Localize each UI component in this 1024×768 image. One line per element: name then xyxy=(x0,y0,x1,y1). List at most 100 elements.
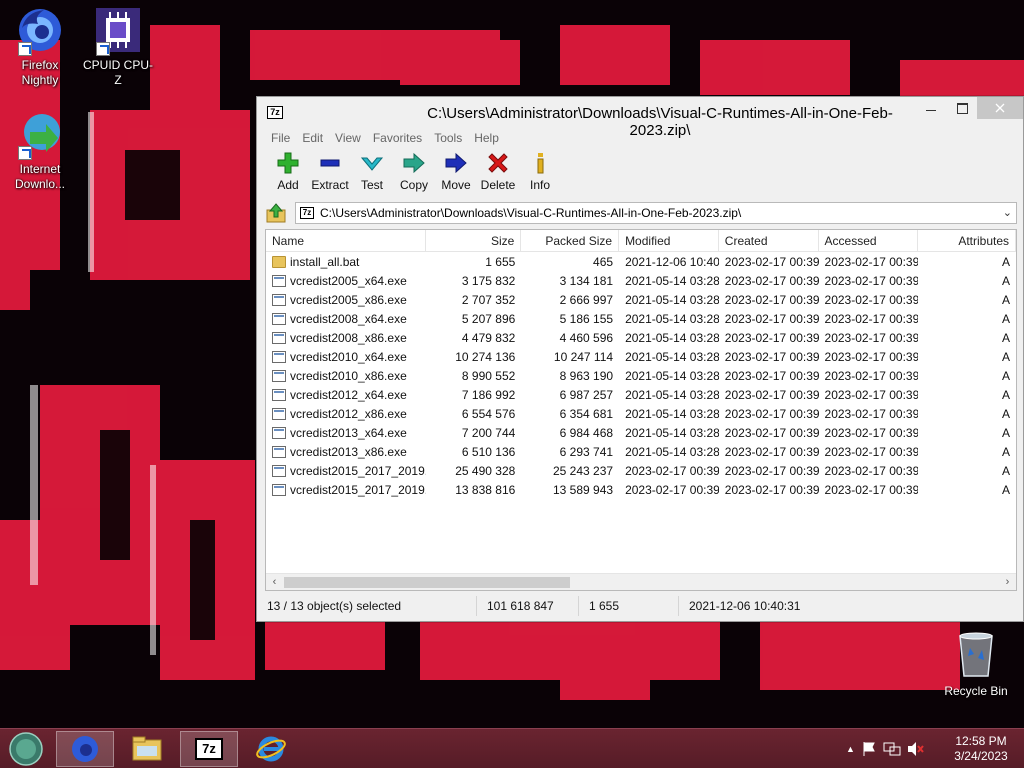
column-header-name[interactable]: Name xyxy=(266,230,426,252)
delete-button[interactable]: Delete xyxy=(477,151,519,197)
add-label: Add xyxy=(277,178,299,192)
minimize-button[interactable] xyxy=(914,97,948,119)
status-packed-size: 1 655 xyxy=(579,596,679,616)
7zip-icon: 7z xyxy=(195,738,223,760)
file-name-text: vcredist2008_x86.exe xyxy=(290,330,407,345)
file-row[interactable]: vcredist2013_x86.exe 6 510 136 6 293 741 20… xyxy=(266,442,1016,461)
file-size: 25 490 328 xyxy=(455,463,516,478)
add-button[interactable]: Add xyxy=(267,151,309,197)
file-list[interactable]: Name Size Packed Size Modified Created A… xyxy=(265,229,1017,591)
file-row[interactable]: vcredist2012_x86.exe 6 554 576 6 354 681 20… xyxy=(266,404,1016,423)
desktop-icon-firefox-nightly[interactable]: Firefox Nightly xyxy=(2,6,78,88)
minus-icon xyxy=(318,151,342,175)
column-header-attributes[interactable]: Attributes xyxy=(918,230,1016,252)
file-row[interactable]: vcredist2013_x64.exe 7 200 744 6 984 468 20… xyxy=(266,423,1016,442)
file-row[interactable]: vcredist2010_x64.exe 10 274 136 10 247 114… xyxy=(266,347,1016,366)
column-header-modified[interactable]: Modified xyxy=(619,230,719,252)
file-name-text: vcredist2005_x86.exe xyxy=(290,292,407,307)
file-size: 13 838 816 xyxy=(455,482,516,497)
network-icon[interactable] xyxy=(883,741,901,757)
desktop-icon-cpuz[interactable]: CPUID CPU-Z xyxy=(80,6,156,88)
file-created: 2023-02-17 00:39 xyxy=(724,292,819,307)
file-modified: 2021-05-14 03:28 xyxy=(625,368,719,383)
taskbar-7zip[interactable]: 7z xyxy=(180,731,238,767)
file-created: 2023-02-17 00:39 xyxy=(724,254,819,269)
scroll-right-arrow-icon[interactable]: › xyxy=(999,575,1016,590)
delete-label: Delete xyxy=(480,178,516,192)
chevron-down-icon[interactable]: ⌄ xyxy=(1003,206,1012,219)
move-button[interactable]: Move xyxy=(435,151,477,197)
file-modified: 2021-05-14 03:28 xyxy=(625,273,719,288)
close-icon xyxy=(995,103,1005,113)
scrollbar-thumb[interactable] xyxy=(284,577,570,588)
file-row[interactable]: vcredist2010_x86.exe 8 990 552 8 963 190 20… xyxy=(266,366,1016,385)
test-button[interactable]: Test xyxy=(351,151,393,197)
file-row[interactable]: vcredist2008_x64.exe 5 207 896 5 186 155 20… xyxy=(266,309,1016,328)
file-accessed: 2023-02-17 00:39 xyxy=(824,311,919,326)
file-row[interactable]: vcredist2015_2017_2019... 25 490 328 25 24… xyxy=(266,461,1016,480)
exe-file-icon xyxy=(272,445,286,458)
file-accessed: 2023-02-17 00:39 xyxy=(824,292,919,307)
exe-file-icon xyxy=(272,293,286,306)
file-name: vcredist2013_x86.exe xyxy=(266,445,426,459)
desktop-icon-label: Firefox Nightly xyxy=(21,58,59,87)
file-name-text: install_all.bat xyxy=(290,254,360,269)
column-header-accessed[interactable]: Accessed xyxy=(819,230,919,252)
file-explorer-icon xyxy=(132,736,162,761)
show-hidden-icons-arrow-icon[interactable]: ▲ xyxy=(846,744,855,754)
firefox-nightly-icon xyxy=(72,736,98,762)
move-label: Move xyxy=(441,178,471,192)
exe-file-icon xyxy=(272,483,286,496)
desktop-icon-internet-download-manager[interactable]: Internet Downlo... xyxy=(2,110,78,192)
file-name-text: vcredist2010_x64.exe xyxy=(290,349,407,364)
column-header-created[interactable]: Created xyxy=(719,230,819,252)
file-row[interactable]: vcredist2008_x86.exe 4 479 832 4 460 596 20… xyxy=(266,328,1016,347)
file-row[interactable]: install_all.bat 1 655 465 2021-12-06 10:40 2… xyxy=(266,252,1016,271)
taskbar-file-explorer[interactable] xyxy=(118,731,176,767)
taskbar-firefox-nightly[interactable] xyxy=(56,731,114,767)
folder-up-button[interactable] xyxy=(265,202,287,224)
exe-file-icon xyxy=(272,350,286,363)
file-row[interactable]: vcredist2005_x64.exe 3 175 832 3 134 181 20… xyxy=(266,271,1016,290)
file-modified: 2021-05-14 03:28 xyxy=(625,425,719,440)
info-button[interactable]: Info xyxy=(519,151,561,197)
file-attributes: A xyxy=(1002,387,1011,402)
column-header-size[interactable]: Size xyxy=(426,230,522,252)
maximize-button[interactable] xyxy=(945,97,979,119)
file-name: vcredist2013_x64.exe xyxy=(266,426,426,440)
desktop-icon-recycle-bin[interactable]: Recycle Bin xyxy=(940,630,1012,698)
scroll-left-arrow-icon[interactable]: ‹ xyxy=(266,575,283,590)
title-bar[interactable]: 7z C:\Users\Administrator\Downloads\Visu… xyxy=(257,97,1023,139)
file-name: vcredist2015_2017_2019... xyxy=(266,464,426,478)
column-header-packed-size[interactable]: Packed Size xyxy=(521,230,620,252)
file-size: 5 207 896 xyxy=(461,311,516,326)
file-packed-size: 25 243 237 xyxy=(553,463,614,478)
close-button[interactable] xyxy=(977,97,1023,119)
file-attributes: A xyxy=(1002,311,1011,326)
path-field[interactable]: 7z C:\Users\Administrator\Downloads\Visu… xyxy=(295,202,1017,224)
file-row[interactable]: vcredist2015_2017_2019... 13 838 816 13 58… xyxy=(266,480,1016,499)
extract-button[interactable]: Extract xyxy=(309,151,351,197)
start-button[interactable] xyxy=(4,731,48,767)
file-row[interactable]: vcredist2012_x64.exe 7 186 992 6 987 257 20… xyxy=(266,385,1016,404)
firefox-nightly-icon xyxy=(16,6,64,56)
exe-file-icon xyxy=(272,274,286,287)
taskbar-internet-explorer[interactable] xyxy=(242,731,300,767)
volume-muted-icon[interactable] xyxy=(907,741,925,757)
file-accessed: 2023-02-17 00:39 xyxy=(824,368,919,383)
file-accessed: 2023-02-17 00:39 xyxy=(824,444,919,459)
file-attributes: A xyxy=(1002,368,1011,383)
exe-file-icon xyxy=(272,312,286,325)
horizontal-scrollbar[interactable]: ‹ › xyxy=(266,573,1016,590)
clock-date: 3/24/2023 xyxy=(954,749,1008,763)
copy-button[interactable]: Copy xyxy=(393,151,435,197)
clock[interactable]: 12:58 PM 3/24/2023 xyxy=(944,734,1018,764)
file-row[interactable]: vcredist2005_x86.exe 2 707 352 2 666 997 20… xyxy=(266,290,1016,309)
file-attributes: A xyxy=(1002,444,1011,459)
copy-label: Copy xyxy=(399,178,428,192)
file-modified: 2021-05-14 03:28 xyxy=(625,444,719,459)
file-name-text: vcredist2012_x86.exe xyxy=(290,406,407,421)
file-rows: install_all.bat 1 655 465 2021-12-06 10:40 2… xyxy=(266,252,1016,499)
status-selection: 13 / 13 object(s) selected xyxy=(257,596,477,616)
action-center-flag-icon[interactable] xyxy=(861,741,877,757)
